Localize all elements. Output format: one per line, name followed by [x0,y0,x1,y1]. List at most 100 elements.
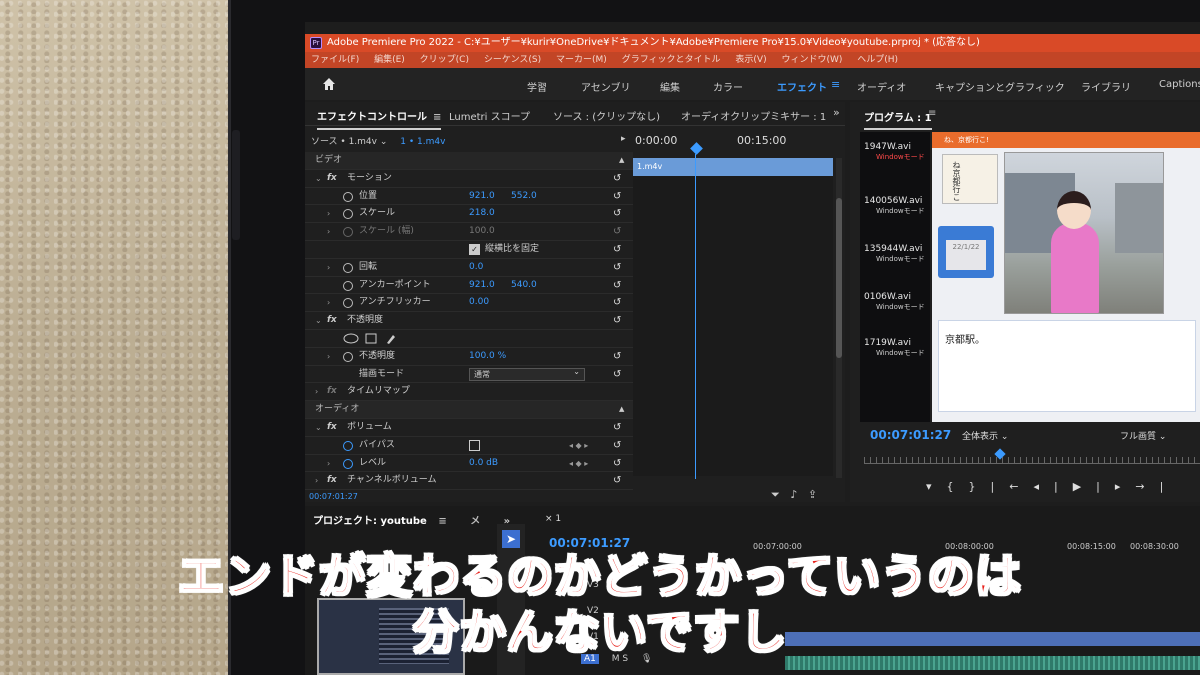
anchor-x-value[interactable]: 921.0 [469,277,495,295]
filter-icon[interactable]: ⏷ [771,488,780,501]
workspace-libraries[interactable]: ライブラリ [1081,79,1131,94]
keyframe-nav-icon[interactable]: ◂ ◆ ▸ [569,455,588,473]
effect-timecode[interactable]: 00:07:01:27 [309,492,358,501]
step-back-icon[interactable]: ◂| [1033,480,1072,493]
menu-window[interactable]: ウィンドウ(W) [781,55,842,65]
tab-effect-controls[interactable]: エフェクトコントロール ≡ [317,108,442,130]
workspace-effects[interactable]: エフェクト [777,79,827,94]
expand-icon[interactable]: › [327,348,330,366]
motion-effect-row[interactable]: ⌄ fx モーション ↺ [305,170,633,188]
fx-icon[interactable]: fx [327,472,337,490]
reset-icon[interactable]: ↺ [613,294,621,312]
stopwatch-icon[interactable] [343,262,353,273]
fx-icon[interactable]: fx [327,170,337,188]
stopwatch-icon[interactable] [343,458,353,469]
keyframe-nav-icon[interactable]: ◂ ◆ ▸ [569,437,588,455]
channel-volume-row[interactable]: › fx チャンネルボリューム ↺ [305,472,633,491]
expand-icon[interactable]: ⌄ [315,419,322,437]
collapse-icon[interactable]: ▲ [619,152,624,170]
menu-help[interactable]: ヘルプ(H) [857,55,898,65]
workspace-audio[interactable]: オーディオ [857,79,906,94]
rotation-value[interactable]: 0.0 [469,259,483,277]
mark-out-icon[interactable]: } [969,480,991,493]
reset-icon[interactable]: ↺ [613,205,621,223]
add-marker-icon[interactable]: ▾ [926,480,947,493]
expand-icon[interactable]: › [327,205,330,223]
play-clip-icon[interactable]: ▸ [621,134,626,144]
reset-icon[interactable]: ↺ [613,241,621,259]
stopwatch-icon[interactable] [343,280,353,291]
level-value[interactable]: 0.0 dB [469,455,498,473]
program-scrubber[interactable] [864,456,1200,464]
bypass-checkbox[interactable] [469,439,480,451]
anchor-y-value[interactable]: 540.0 [511,277,537,295]
zoom-select[interactable]: 全体表示 ⌄ [962,429,1008,442]
expand-icon[interactable]: › [315,383,318,401]
stopwatch-icon[interactable] [343,191,353,202]
stopwatch-icon[interactable] [343,351,353,362]
reset-icon[interactable]: ↺ [613,188,621,206]
expand-icon[interactable]: › [327,223,330,241]
go-to-in-icon[interactable]: |← [991,480,1034,493]
menu-graphics[interactable]: グラフィックとタイトル [622,55,721,65]
volume-effect-row[interactable]: ⌄ fx ボリューム ↺ [305,419,633,437]
time-remap-row[interactable]: › fx タイムリマップ [305,383,633,402]
clip-label[interactable]: 1 • 1.m4v [400,137,445,147]
source-label[interactable]: ソース • 1.m4v [311,137,377,147]
expand-icon[interactable]: ⌄ [315,170,322,188]
panel-menu-icon[interactable]: ≡ [928,108,936,119]
opacity-value[interactable]: 100.0 % [469,348,506,366]
expand-icon[interactable]: › [327,294,330,312]
expand-icon[interactable]: › [327,455,330,473]
workspace-menu-icon[interactable]: ≡ [831,78,840,91]
workspace-assembly[interactable]: アセンブリ [581,79,631,94]
tab-media-browser[interactable]: メ [470,516,480,527]
reset-icon[interactable]: ↺ [613,455,621,473]
program-timecode[interactable]: 00:07:01:27 [870,428,951,442]
menu-file[interactable]: ファイル(F) [311,55,359,65]
menu-sequence[interactable]: シーケンス(S) [484,55,541,65]
program-monitor-title[interactable]: プログラム : 1 [864,109,932,130]
menu-marker[interactable]: マーカー(M) [556,55,607,65]
quality-select[interactable]: フル画質 ⌄ [1120,429,1166,442]
panel-overflow-icon[interactable]: » [833,106,840,119]
uniform-scale-checkbox[interactable]: ✓ [469,243,480,255]
reset-icon[interactable]: ↺ [613,312,621,330]
workspace-color[interactable]: カラー [713,79,743,94]
stopwatch-icon[interactable] [343,209,353,220]
menu-view[interactable]: 表示(V) [735,55,766,65]
menu-edit[interactable]: 編集(E) [374,55,405,65]
reset-icon[interactable]: ↺ [613,419,621,437]
expand-icon[interactable]: › [315,472,318,490]
ellipse-mask-icon[interactable] [343,333,359,344]
pen-mask-icon[interactable] [385,333,397,345]
program-video-frame[interactable]: ね、京都行こ! ね京都行こ 22/1/22 京都駅。 [932,132,1200,422]
workspace-captions[interactable]: Captions [1159,79,1200,90]
reset-icon[interactable]: ↺ [613,259,621,277]
workspace-editing[interactable]: 編集 [660,79,680,94]
step-forward-icon[interactable]: |▸ [1096,480,1135,493]
position-y-value[interactable]: 552.0 [511,188,537,206]
reset-icon[interactable]: ↺ [613,472,621,490]
panel-menu-icon[interactable]: ≡ [438,516,446,527]
reset-icon[interactable]: ↺ [613,437,621,455]
workspace-learn[interactable]: 学習 [527,79,547,94]
reset-icon[interactable]: ↺ [613,277,621,295]
workspace-captions-graphics[interactable]: キャプションとグラフィック [935,79,1065,94]
audio-only-icon[interactable]: ♪ [790,488,797,501]
fx-icon[interactable]: fx [327,312,337,330]
stopwatch-icon[interactable] [343,440,353,451]
mark-in-icon[interactable]: { [947,480,969,493]
go-to-out-icon[interactable]: →| [1135,480,1178,493]
tab-audio-clip-mixer[interactable]: オーディオクリップミキサー : 1 [681,108,826,123]
export-icon[interactable]: ⇪ [808,488,817,501]
scale-value[interactable]: 218.0 [469,205,495,223]
collapse-icon[interactable]: ▲ [619,401,624,419]
effect-timeline-ruler[interactable]: 0:00:00 00:15:00 [635,130,845,152]
expand-icon[interactable]: › [327,259,330,277]
chevron-down-icon[interactable]: ⌄ [380,137,388,147]
fx-icon[interactable]: fx [327,419,337,437]
opacity-effect-row[interactable]: ⌄ fx 不透明度 ↺ [305,312,633,330]
flicker-value[interactable]: 0.00 [469,294,489,312]
panel-menu-icon[interactable]: ≡ [433,112,441,123]
